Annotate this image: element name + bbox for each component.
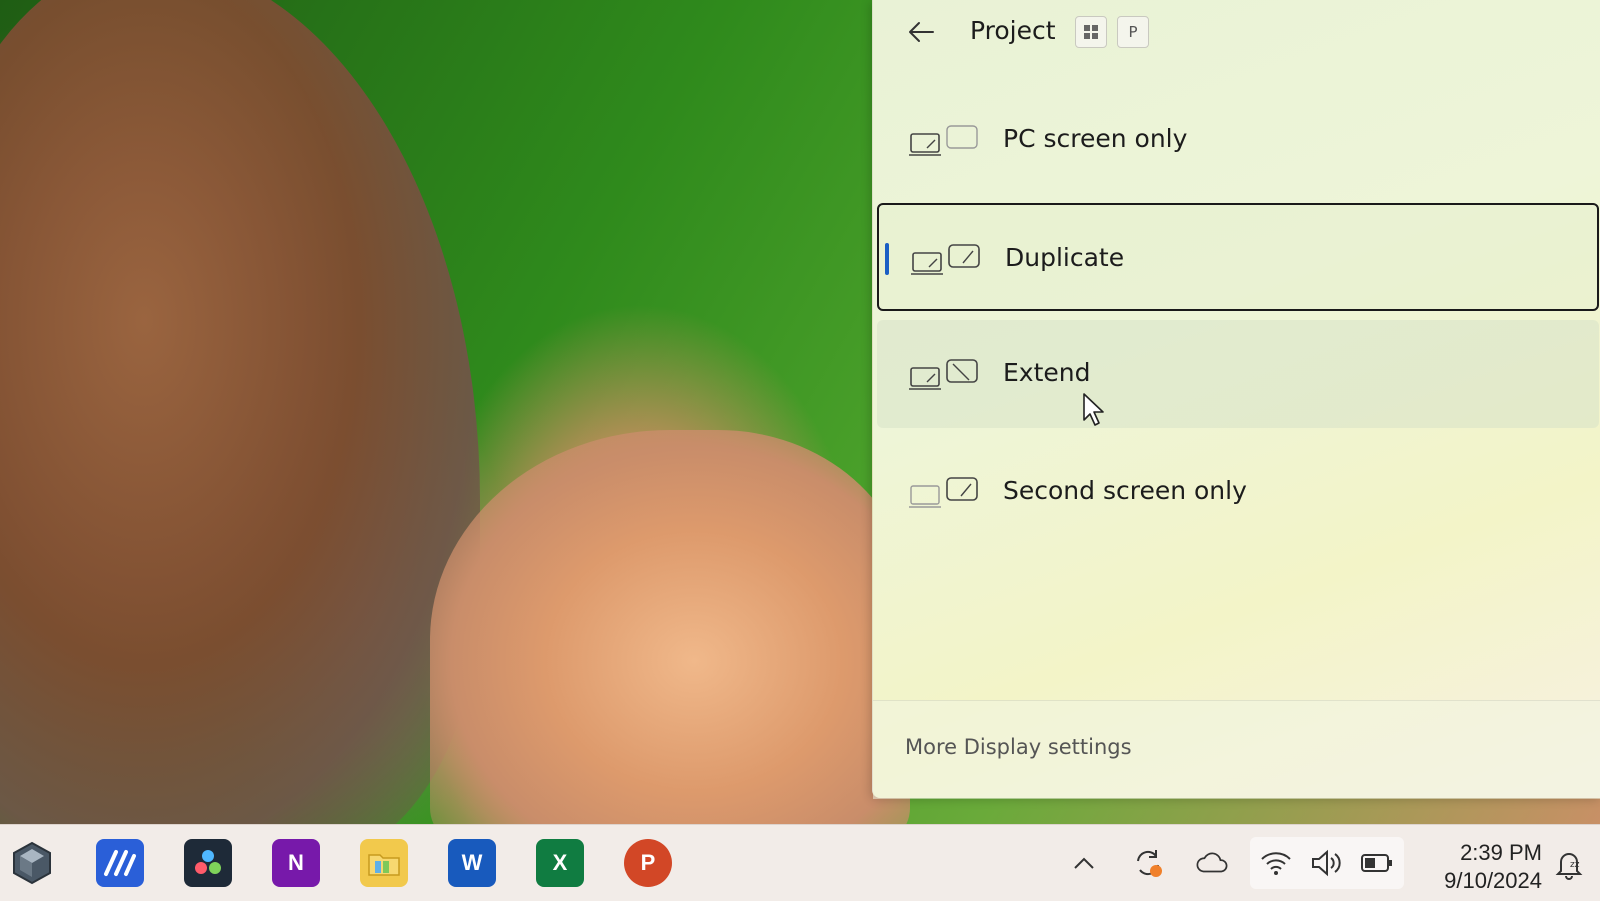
option-second-screen-only[interactable]: Second screen only: [877, 438, 1599, 546]
slash-logo-icon: [104, 850, 136, 876]
option-label: PC screen only: [1003, 124, 1188, 153]
svg-text:zz: zz: [1570, 860, 1580, 870]
flyout-title: Project: [970, 16, 1056, 45]
notification-bell-icon[interactable]: zz: [1552, 847, 1586, 881]
option-label: Extend: [1003, 358, 1091, 387]
second-screen-only-icon: [909, 477, 978, 508]
wallpaper-animal-fur: [0, 0, 480, 860]
taskbar-clock[interactable]: 2:39 PM 9/10/2024: [1420, 839, 1542, 895]
excel-icon[interactable]: X: [536, 839, 584, 887]
onedrive-cloud-icon[interactable]: [1196, 847, 1228, 879]
mouse-cursor-icon: [1083, 393, 1104, 426]
wifi-icon: [1261, 852, 1291, 875]
option-duplicate[interactable]: Duplicate: [877, 203, 1599, 311]
option-pc-screen-only[interactable]: PC screen only: [877, 86, 1599, 194]
more-display-settings-link[interactable]: More Display settings: [905, 735, 1132, 759]
excel-glyph: X: [552, 850, 568, 875]
back-arrow-icon: [909, 22, 934, 42]
windows-key-badge: [1075, 16, 1107, 48]
onenote-icon[interactable]: N: [272, 839, 320, 887]
flyout-footer: More Display settings: [873, 700, 1600, 799]
option-label: Duplicate: [1005, 243, 1125, 272]
duplicate-icon: [911, 244, 980, 275]
powerpoint-icon[interactable]: P: [624, 839, 672, 887]
quick-settings-group[interactable]: [1250, 837, 1404, 889]
volume-icon: [1312, 849, 1341, 877]
clock-date: 9/10/2024: [1444, 868, 1542, 893]
sync-icon[interactable]: [1132, 847, 1164, 879]
powerpoint-glyph: P: [640, 850, 656, 875]
p-key-badge: P: [1117, 16, 1149, 48]
copilot-style-app-icon[interactable]: [96, 839, 144, 887]
wallpaper-animal-fur-light: [430, 430, 910, 850]
app-launcher-icon[interactable]: [8, 839, 56, 887]
back-button[interactable]: [903, 14, 939, 50]
pc-screen-only-icon: [909, 125, 978, 156]
flyout-header: Project P: [873, 0, 1600, 66]
taskbar: N W X P 2:39 PM 9/10/2024 zz: [0, 824, 1600, 901]
option-label: Second screen only: [1003, 476, 1247, 505]
selection-indicator: [885, 243, 889, 275]
folder-icon: [368, 854, 400, 876]
windows-logo-icon: [1084, 25, 1098, 39]
project-flyout: Project P PC screen only Duplicate Exten…: [872, 0, 1600, 799]
extend-icon: [909, 359, 978, 390]
hex-logo-icon: [13, 841, 51, 885]
resolve-logo-icon: [195, 850, 221, 874]
show-hidden-icons-chevron-icon[interactable]: [1068, 847, 1100, 879]
word-glyph: W: [461, 850, 483, 875]
davinci-resolve-icon[interactable]: [184, 839, 232, 887]
clock-time: 2:39 PM: [1460, 840, 1542, 865]
word-icon[interactable]: W: [448, 839, 496, 887]
onenote-glyph: N: [288, 850, 304, 875]
option-extend[interactable]: Extend: [877, 320, 1599, 428]
battery-icon: [1361, 854, 1392, 872]
file-explorer-icon[interactable]: [360, 839, 408, 887]
